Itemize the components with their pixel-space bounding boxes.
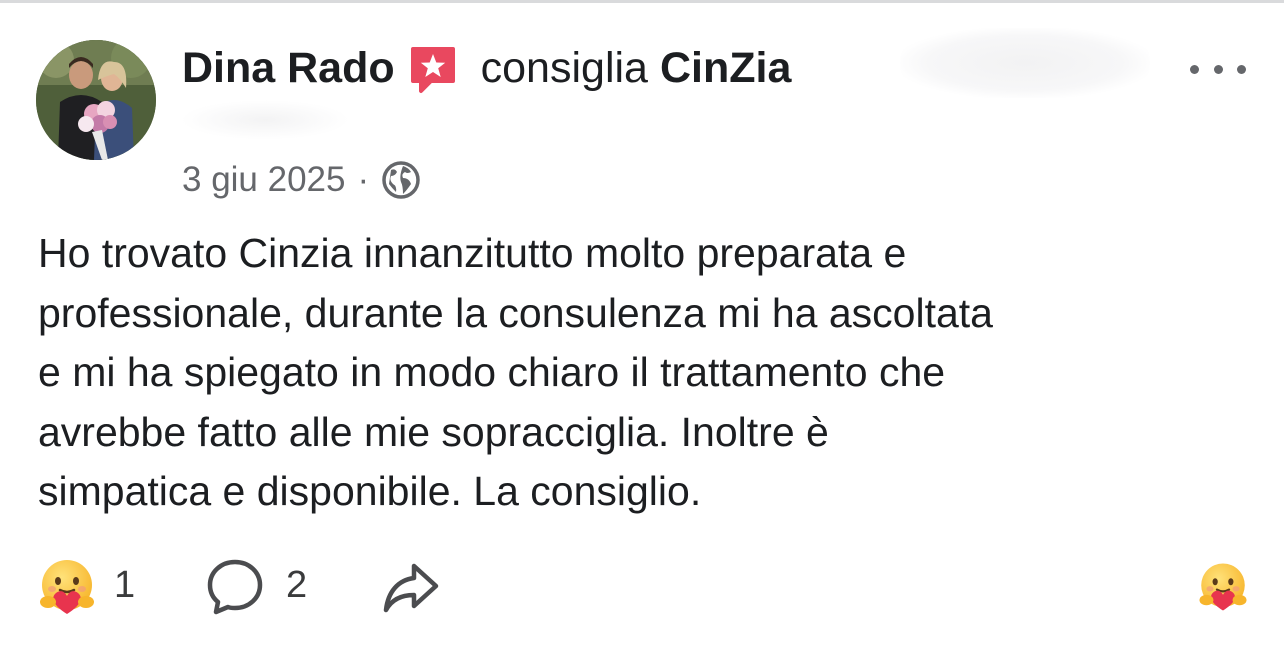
post-header: Dina Rado consiglia CinZia	[182, 40, 791, 96]
recommends-label: consiglia	[480, 43, 648, 92]
redacted-area-secondary	[180, 100, 350, 140]
post-footer: 1 2	[36, 554, 1256, 620]
post-meta: 3 giu 2025 ·	[182, 157, 421, 203]
redacted-area	[900, 28, 1150, 98]
more-dot	[1237, 64, 1246, 74]
more-options-button[interactable]	[1190, 52, 1246, 86]
comment-icon[interactable]	[204, 556, 266, 618]
globe-icon	[382, 161, 420, 199]
top-divider	[0, 0, 1284, 3]
recommended-page-name[interactable]: CinZia	[660, 44, 791, 93]
more-dot	[1213, 64, 1223, 74]
post-body-text: Ho trovato Cinzia innanzitutto molto pre…	[38, 230, 993, 514]
author-name[interactable]: Dina Rado	[182, 44, 395, 93]
meta-separator: ·	[357, 160, 370, 199]
comment-count[interactable]: 2	[286, 564, 307, 607]
care-reaction-icon[interactable]	[36, 556, 98, 618]
more-dot	[1190, 64, 1199, 74]
recommend-badge-icon	[409, 45, 457, 95]
reaction-count[interactable]: 1	[114, 564, 135, 607]
share-icon[interactable]	[380, 556, 442, 618]
author-avatar[interactable]	[36, 40, 156, 160]
care-reaction-button-icon[interactable]	[1196, 560, 1250, 614]
post-date[interactable]: 3 giu 2025	[182, 160, 345, 200]
avatar-photo	[36, 40, 156, 160]
